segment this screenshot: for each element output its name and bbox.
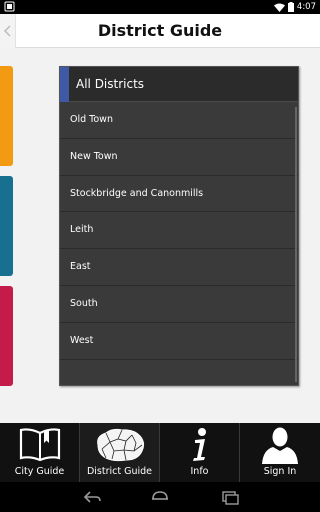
system-nav-bar <box>0 482 320 512</box>
header-accent <box>60 67 69 102</box>
home-icon[interactable] <box>150 489 170 505</box>
user-silhouette-icon <box>262 427 298 464</box>
district-item-east[interactable]: East <box>60 249 298 286</box>
recents-icon[interactable] <box>220 489 240 505</box>
status-time: 4:07 <box>296 2 316 12</box>
category-tile-blue[interactable] <box>0 176 13 276</box>
district-item-new-town[interactable]: New Town <box>60 139 298 176</box>
tab-sign-in-label: Sign In <box>263 466 297 477</box>
book-icon <box>19 428 60 462</box>
tab-city-guide-label: City Guide <box>14 466 65 477</box>
tab-sign-in[interactable]: Sign In <box>240 423 320 482</box>
district-list: Old Town New Town Stockbridge and Canonm… <box>60 102 298 360</box>
main-content: All Districts Old Town New Town Stockbri… <box>0 48 320 423</box>
action-bar: District Guide <box>0 14 320 48</box>
bottom-tab-bar: City Guide District Guide Info Sign In <box>0 423 320 482</box>
page-title: District Guide <box>97 21 223 40</box>
district-item-leith[interactable]: Leith <box>60 212 298 250</box>
back-icon[interactable] <box>82 489 102 505</box>
category-tile-orange[interactable] <box>0 66 13 166</box>
all-districts-label: All Districts <box>76 77 145 91</box>
status-bar: 4:07 <box>0 0 320 14</box>
tab-info-label: Info <box>190 466 209 477</box>
district-item-south[interactable]: South <box>60 286 298 323</box>
district-map-icon <box>96 428 144 462</box>
category-tile-red[interactable] <box>0 286 13 386</box>
district-item-west[interactable]: West <box>60 323 298 360</box>
notification-icon <box>4 1 15 12</box>
tab-district-guide-label: District Guide <box>86 466 153 477</box>
tab-info[interactable]: Info <box>160 423 240 482</box>
district-panel-header[interactable]: All Districts <box>60 67 298 102</box>
district-item-stockbridge[interactable]: Stockbridge and Canonmills <box>60 176 298 213</box>
battery-icon <box>287 2 294 12</box>
district-item-old-town[interactable]: Old Town <box>60 102 298 139</box>
panel-scrollbar[interactable] <box>295 107 297 382</box>
info-icon <box>192 428 206 461</box>
district-dropdown-panel: All Districts Old Town New Town Stockbri… <box>59 66 299 386</box>
tab-district-guide[interactable]: District Guide <box>80 423 160 482</box>
tab-city-guide[interactable]: City Guide <box>0 423 80 482</box>
wifi-icon <box>273 3 285 12</box>
